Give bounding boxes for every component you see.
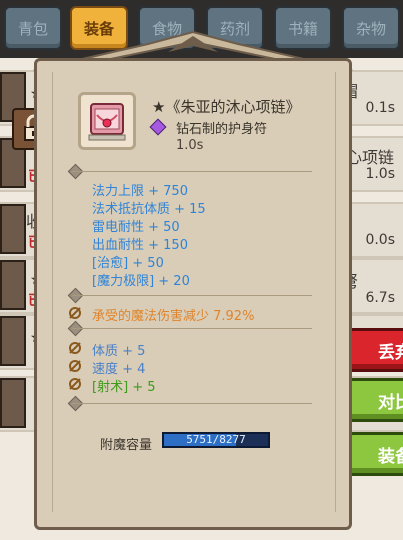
stat-line: 出血耐性 + 150 [92, 238, 188, 253]
necklace-icon [88, 103, 126, 141]
rune-icon [69, 360, 81, 372]
equip-button[interactable]: 装备 [345, 432, 403, 476]
item-slot-icon [0, 204, 26, 254]
item-slot-icon [0, 260, 26, 310]
stat-line: 法术抵抗体质 + 15 [92, 202, 206, 217]
divider [72, 403, 312, 404]
capacity-value: 5751/8277 [186, 433, 246, 446]
stat-line: 法力上限 + 750 [92, 184, 188, 199]
item-portrait [78, 92, 136, 150]
stat-line: 雷电耐性 + 50 [92, 220, 180, 235]
rune-icon [69, 342, 81, 354]
item-type: 钻石制的护身符 [176, 122, 268, 137]
discard-button[interactable]: 丢弃 [345, 328, 403, 372]
divider [72, 295, 312, 296]
rune-icon [69, 378, 81, 390]
item-slot-icon [0, 316, 26, 366]
stat-line: [治愈] + 50 [92, 256, 164, 271]
stat-line: 速度 + 4 [92, 362, 146, 377]
item-cast-time: 1.0s [176, 138, 204, 153]
divider [72, 328, 312, 329]
compare-button[interactable]: 对比 [345, 378, 403, 422]
rune-icon [69, 307, 81, 319]
item-name: ★《朱亚的沐心项链》 [152, 98, 301, 116]
stat-line: 体质 + 5 [92, 344, 146, 359]
stat-special: 承受的魔法伤害减少 7.92% [92, 309, 255, 324]
stat-line: [魔力极限] + 20 [92, 274, 190, 289]
stat-line: [射术] + 5 [92, 380, 156, 395]
item-slot-icon [0, 378, 26, 428]
divider [72, 171, 312, 172]
capacity-label: 附魔容量 [100, 438, 153, 453]
capacity-bar: 5751/8277 [162, 432, 270, 448]
